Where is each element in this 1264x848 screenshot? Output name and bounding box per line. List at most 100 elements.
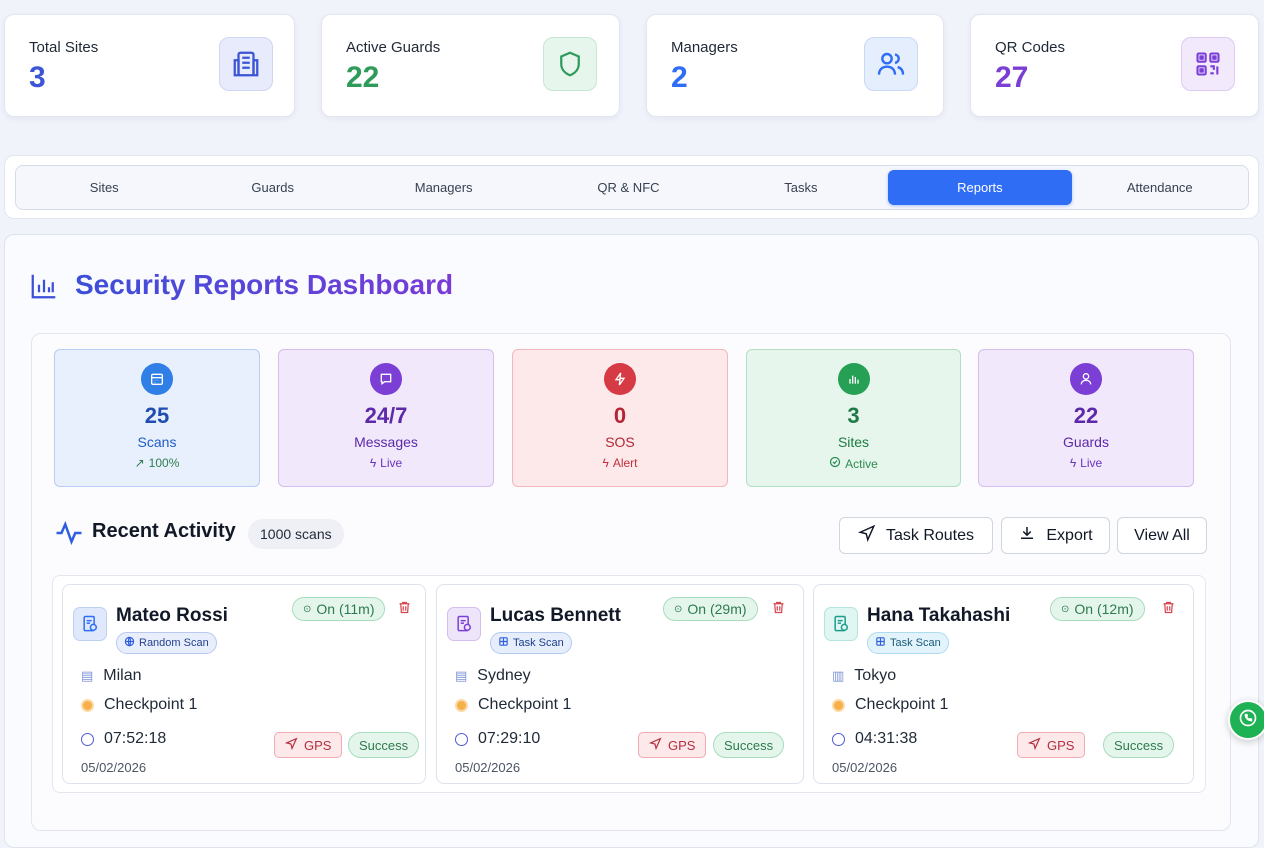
- phone-chat-button[interactable]: [1228, 700, 1264, 740]
- clock-icon: ⊙: [1061, 603, 1070, 615]
- shift-status-badge: ⊙ On (11m): [292, 597, 386, 621]
- metric-label: Guards: [1063, 434, 1109, 450]
- guard-name: Hana Takahashi: [867, 605, 1011, 626]
- phone-icon: [1238, 708, 1258, 733]
- metric-sub: Active: [747, 456, 960, 471]
- reports-panel: Security Reports Dashboard 25 Scans ↗ 100…: [4, 234, 1259, 848]
- tab-attendance[interactable]: Attendance: [1076, 170, 1244, 205]
- download-icon: [1018, 524, 1036, 547]
- tab-managers[interactable]: Managers: [357, 170, 530, 205]
- result-badge: Success: [713, 732, 785, 758]
- metric-sub: ϟ Live: [369, 456, 403, 470]
- navigation-arrow-icon: [284, 737, 298, 753]
- metric-value: 3: [847, 403, 860, 428]
- scan-count-badge: 1000 scans: [248, 519, 344, 549]
- metric-label: Sites: [837, 434, 870, 450]
- lightning-icon: ϟ: [602, 456, 609, 470]
- stat-card-active-guards: Active Guards 22: [321, 14, 620, 117]
- stat-value: 3: [29, 61, 46, 94]
- scan-document-icon: [73, 607, 107, 641]
- guard-name: Lucas Bennett: [490, 605, 621, 626]
- stat-card-total-sites: Total Sites 3: [4, 14, 295, 117]
- time-row: 07:29:10: [455, 730, 540, 748]
- stat-label: QR Codes: [995, 39, 1066, 56]
- metric-label: SOS: [605, 434, 635, 450]
- building-icon: [219, 37, 273, 91]
- tab-qr-nfc[interactable]: QR & NFC: [530, 170, 726, 205]
- lightning-icon: [604, 363, 636, 395]
- tab-guards[interactable]: Guards: [188, 170, 356, 205]
- clock-icon: ⊙: [674, 603, 683, 615]
- trash-icon[interactable]: [397, 600, 412, 620]
- result-badge: Success: [1103, 732, 1175, 758]
- building-icon: ▤: [455, 668, 468, 683]
- message-icon: [370, 363, 402, 395]
- guard-name: Mateo Rossi: [116, 605, 228, 626]
- stat-label: Active Guards: [346, 39, 441, 56]
- tab-tasks[interactable]: Tasks: [727, 170, 876, 205]
- checkpoint-row: Checkpoint 1: [832, 696, 948, 714]
- activity-card[interactable]: Hana Takahashi Task Scan ⊙ On (12m) ▥ To…: [813, 584, 1194, 784]
- metric-card-scans: 25 Scans ↗ 100%: [54, 349, 260, 487]
- lightning-icon: ϟ: [369, 456, 377, 470]
- site-row: ▥ Tokyo: [832, 667, 897, 684]
- metric-sub: ϟ Live: [1069, 456, 1103, 470]
- trash-icon[interactable]: [771, 600, 786, 620]
- activity-card[interactable]: Mateo Rossi Random Scan ⊙ On (11m) ▤ Mil…: [62, 584, 426, 784]
- metric-value: 22: [1073, 403, 1099, 428]
- activity-pulse-icon: [54, 518, 84, 553]
- navigation-arrow-icon: [1027, 737, 1041, 753]
- metric-label: Scans: [137, 434, 177, 450]
- recent-activity-title: Recent Activity: [92, 520, 236, 542]
- location-dot-icon: [455, 698, 468, 712]
- export-button[interactable]: Export: [1001, 517, 1110, 554]
- shift-status-badge: ⊙ On (29m): [663, 597, 758, 621]
- site-row: ▤ Milan: [81, 667, 142, 684]
- trend-up-icon: ↗: [134, 456, 145, 470]
- view-all-button[interactable]: View All: [1117, 517, 1207, 554]
- stat-value: 22: [346, 61, 380, 94]
- trash-icon[interactable]: [1161, 600, 1176, 620]
- location-dot-icon: [81, 698, 94, 712]
- location-dot-icon: [832, 698, 845, 712]
- qr-code-icon: [1181, 37, 1235, 91]
- shield-icon: [543, 37, 597, 91]
- scan-date: 05/02/2026: [832, 760, 898, 775]
- tab-reports[interactable]: Reports: [888, 170, 1072, 205]
- page-title: Security Reports Dashboard: [75, 269, 454, 300]
- stat-value: 2: [671, 61, 688, 94]
- building-icon: ▤: [81, 668, 94, 683]
- scan-date: 05/02/2026: [81, 760, 147, 775]
- task-routes-button[interactable]: Task Routes: [839, 517, 993, 554]
- scan-document-icon: [824, 607, 858, 641]
- scan-type-badge: Task Scan: [490, 632, 572, 654]
- stat-card-managers: Managers 2: [646, 14, 944, 117]
- task-grid-icon: [498, 636, 509, 650]
- building-icon: ▥: [832, 668, 845, 683]
- metric-sub: ↗ 100%: [134, 456, 180, 470]
- lightning-icon: ϟ: [1069, 456, 1077, 470]
- clock-icon: [832, 732, 845, 746]
- navigation-arrow-icon: [857, 524, 876, 547]
- gps-badge: GPS: [1017, 732, 1086, 758]
- stat-card-qr-codes: QR Codes 27: [970, 14, 1259, 117]
- chart-icon: [837, 363, 870, 395]
- gps-badge: GPS: [274, 732, 343, 758]
- scan-type-badge: Random Scan: [116, 632, 217, 654]
- check-circle-icon: [829, 456, 841, 471]
- task-grid-icon: [875, 636, 886, 650]
- globe-icon: [124, 636, 135, 650]
- users-icon: [864, 37, 918, 91]
- scan-type-badge: Task Scan: [867, 632, 949, 654]
- clock-icon: [455, 732, 468, 746]
- tabs-container: Sites Guards Managers QR & NFC Tasks Rep…: [4, 155, 1259, 219]
- time-row: 07:52:18: [81, 730, 166, 748]
- checkpoint-row: Checkpoint 1: [81, 696, 197, 714]
- checkpoint-row: Checkpoint 1: [455, 696, 571, 714]
- metric-card-sites: 3 Sites Active: [746, 349, 961, 487]
- stat-value: 27: [995, 61, 1029, 94]
- tab-sites[interactable]: Sites: [20, 170, 188, 205]
- metric-card-sos: 0 SOS ϟ Alert: [512, 349, 728, 487]
- bar-chart-icon: [29, 271, 59, 306]
- activity-card[interactable]: Lucas Bennett Task Scan ⊙ On (29m) ▤ Syd…: [436, 584, 804, 784]
